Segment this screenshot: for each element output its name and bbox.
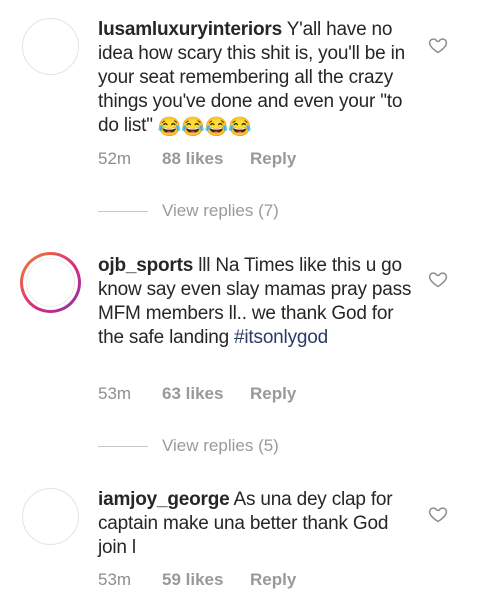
comment-username[interactable]: lusamluxuryinteriors [98,19,282,40]
avatar-image [26,258,75,307]
reply-button[interactable]: Reply [250,384,296,404]
comment-meta: 53m 63 likes Reply [98,383,296,405]
comment-text: lusamluxuryinteriors Y'all have no idea … [98,18,420,138]
comment-meta: 53m 59 likes Reply [98,569,296,591]
avatar[interactable] [22,18,79,75]
view-replies-label: View replies (5) [162,436,279,455]
comment-text: ojb_sports lll Na Times like this u go k… [98,254,420,350]
comment-username[interactable]: ojb_sports [98,255,193,276]
reply-button[interactable]: Reply [250,149,296,169]
view-replies-button[interactable]: View replies (5) [98,435,279,457]
replies-divider [98,210,148,212]
comment-time: 52m [98,149,132,168]
replies-divider [98,445,148,447]
comment-likes-link[interactable]: 63 likes [162,384,250,404]
view-replies-label: View replies (7) [162,201,279,220]
comment-likes-link[interactable]: 59 likes [162,570,250,590]
avatar[interactable] [22,488,79,545]
comment-text: iamjoy_george As una dey clap for captai… [98,488,420,560]
heart-icon[interactable] [428,269,448,289]
heart-icon[interactable] [428,35,448,55]
comment-time: 53m [98,384,132,403]
avatar-with-story-ring[interactable] [20,252,81,313]
reply-button[interactable]: Reply [250,570,296,590]
emoji-laughing: 😂😂😂😂 [157,117,252,138]
view-replies-button[interactable]: View replies (7) [98,200,279,222]
comment-time: 53m [98,570,132,589]
comment-likes-link[interactable]: 88 likes [162,149,250,169]
comment-meta: 52m 88 likes Reply [98,148,296,170]
comment-username[interactable]: iamjoy_george [98,489,230,510]
heart-icon[interactable] [428,504,448,524]
hashtag-link[interactable]: #itsonlygod [234,327,328,348]
